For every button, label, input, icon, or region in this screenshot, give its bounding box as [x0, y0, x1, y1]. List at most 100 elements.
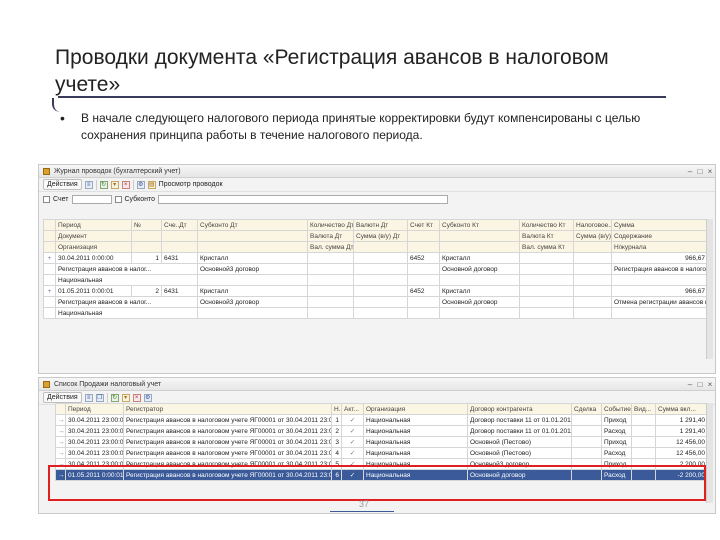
col-header[interactable]: Количество Кт — [519, 219, 574, 231]
col-header[interactable]: Сче..Дт — [161, 219, 198, 231]
col-header[interactable]: Субконто Кт — [439, 219, 520, 231]
actions-menu-button[interactable]: Действия — [43, 392, 82, 403]
posting-row-icon: + — [43, 252, 56, 264]
col-header[interactable]: Договор контрагента — [467, 403, 572, 415]
empty-cell — [439, 307, 520, 319]
col-header[interactable]: Период — [65, 403, 124, 415]
table-row[interactable]: → 30.04.2011 23:00:00 Регистрация авансо… — [55, 447, 708, 459]
refresh-icon[interactable]: ↻ — [99, 180, 108, 189]
empty-cell — [131, 230, 162, 242]
col-header[interactable]: Субконто Дт — [197, 219, 308, 231]
col-header[interactable]: Н.. — [331, 403, 342, 415]
col-header[interactable]: Вид... — [631, 403, 656, 415]
refresh-icon[interactable]: ↻ — [110, 393, 119, 402]
view-mode-icon[interactable]: ≡ — [84, 393, 93, 402]
col-header[interactable]: Вал. сумма Дт — [307, 241, 354, 253]
journal-window-title: Журнал проводок (бухгалтерский учет) — [54, 167, 181, 175]
table-row[interactable]: Регистрация авансов в налог... Основной3… — [43, 263, 708, 275]
table-row[interactable]: Национальная — [43, 307, 708, 319]
table-row[interactable]: → 30.04.2011 23:00:00 Регистрация авансо… — [55, 425, 708, 437]
sales-titlebar[interactable]: Список Продажи налоговый учет – □ × — [39, 378, 715, 391]
settings-icon[interactable]: ⚙ — [143, 393, 152, 402]
cell-type — [631, 414, 656, 426]
cell-registrar[interactable]: Регистрация авансов в налоговом учете ЯГ… — [123, 414, 332, 426]
cell-document[interactable]: Регистрация авансов в налог... — [55, 296, 198, 308]
minimize-icon[interactable]: – — [685, 167, 695, 176]
view-mode-icon[interactable]: ≡ — [84, 180, 93, 189]
empty-cell — [439, 274, 520, 286]
col-header[interactable]: Валютн Дт — [353, 219, 408, 231]
cell-sum: 1 291,40 — [655, 425, 708, 437]
grid-header-marker — [43, 219, 56, 231]
col-header[interactable]: Документ — [55, 230, 132, 242]
col-header[interactable]: Событие — [601, 403, 632, 415]
col-header[interactable]: Организация — [55, 241, 132, 253]
col-header[interactable]: Сумма (в/у) Дт — [353, 230, 408, 242]
cell-registrar[interactable]: Регистрация авансов в налоговом учете ЯГ… — [123, 425, 332, 437]
col-header[interactable]: Счет Кт — [407, 219, 440, 231]
table-row[interactable]: Национальная — [43, 274, 708, 286]
table-row[interactable]: + 30.04.2011 0:00:00 1 6431 Кристалл 645… — [43, 252, 708, 264]
journal-scrollbar[interactable] — [706, 219, 713, 359]
close-icon[interactable]: × — [705, 167, 715, 176]
filter-account-input[interactable] — [71, 194, 112, 204]
col-header[interactable]: Регистратор — [123, 403, 332, 415]
col-header[interactable]: Валюта Кт — [519, 230, 574, 242]
filter-icon[interactable]: ▾ — [121, 393, 130, 402]
maximize-icon[interactable]: □ — [695, 380, 705, 389]
empty-cell — [439, 230, 520, 242]
report-icon[interactable]: ▤ — [147, 180, 156, 189]
clear-filter-icon[interactable]: × — [121, 180, 130, 189]
empty-cell — [407, 307, 440, 319]
filter-account-checkbox[interactable] — [43, 195, 50, 203]
col-header[interactable]: Сумма вкл... — [655, 403, 708, 415]
cell-registrar[interactable]: Регистрация авансов в налоговом учете ЯГ… — [123, 447, 332, 459]
empty-cell — [407, 241, 440, 253]
col-header[interactable]: Вал. сумма Кт — [519, 241, 574, 253]
journal-titlebar[interactable]: Журнал проводок (бухгалтерский учет) – □… — [39, 165, 715, 178]
col-header[interactable]: Налоговое... — [573, 219, 612, 231]
col-header[interactable]: № — [131, 219, 162, 231]
table-row[interactable]: Регистрация авансов в налог... Основной3… — [43, 296, 708, 308]
toolbar-separator — [95, 179, 97, 190]
col-header[interactable]: Акт... — [341, 403, 364, 415]
actions-menu-button[interactable]: Действия — [43, 179, 82, 190]
close-icon[interactable]: × — [705, 380, 715, 389]
col-header[interactable]: Организация — [363, 403, 468, 415]
cell-date: 01.05.2011 0:00:01 — [55, 285, 132, 297]
col-header[interactable]: Валюта Дт — [307, 230, 354, 242]
empty-cell — [197, 274, 308, 286]
col-header[interactable]: Сумма — [611, 219, 708, 231]
col-header[interactable]: Количество Дт — [307, 219, 354, 231]
cell-document[interactable]: Регистрация авансов в налог... — [55, 263, 198, 275]
empty-cell — [307, 263, 354, 275]
table-row[interactable]: → 30.04.2011 23:00:00 Регистрация авансо… — [55, 414, 708, 426]
empty-cell — [353, 241, 408, 253]
col-header[interactable]: Период — [55, 219, 132, 231]
maximize-icon[interactable]: □ — [695, 167, 705, 176]
minimize-icon[interactable]: – — [685, 380, 695, 389]
col-header[interactable]: Содержание — [611, 230, 708, 242]
cell-registrar[interactable]: Регистрация авансов в налоговом учете ЯГ… — [123, 436, 332, 448]
clear-filter-icon[interactable]: × — [132, 393, 141, 402]
filter-subconto-input[interactable] — [158, 194, 449, 204]
empty-cell — [519, 296, 574, 308]
empty-cell — [353, 263, 408, 275]
cell-organization: Национальная — [363, 436, 468, 448]
empty-cell — [307, 252, 354, 264]
copy-icon[interactable]: ❐ — [95, 393, 104, 402]
cell-account-dt: 6431 — [161, 285, 198, 297]
journal-window: Журнал проводок (бухгалтерский учет) – □… — [38, 164, 716, 374]
settings-icon[interactable]: ⚙ — [136, 180, 145, 189]
sales-scrollbar[interactable] — [706, 403, 713, 503]
col-header[interactable]: Н/журнала — [611, 241, 708, 253]
empty-cell — [353, 252, 408, 264]
cell-num: 1 — [131, 252, 162, 264]
table-row[interactable]: + 01.05.2011 0:00:01 2 6431 Кристалл 645… — [43, 285, 708, 297]
table-row[interactable]: → 30.04.2011 23:00:00 Регистрация авансо… — [55, 436, 708, 448]
col-header[interactable]: Сумма (в/у) Кт — [573, 230, 612, 242]
report-button-label[interactable]: Просмотр проводок — [159, 181, 223, 188]
col-header[interactable]: Сделка — [571, 403, 602, 415]
filter-subconto-checkbox[interactable] — [114, 195, 122, 203]
filter-icon[interactable]: ▾ — [110, 180, 119, 189]
